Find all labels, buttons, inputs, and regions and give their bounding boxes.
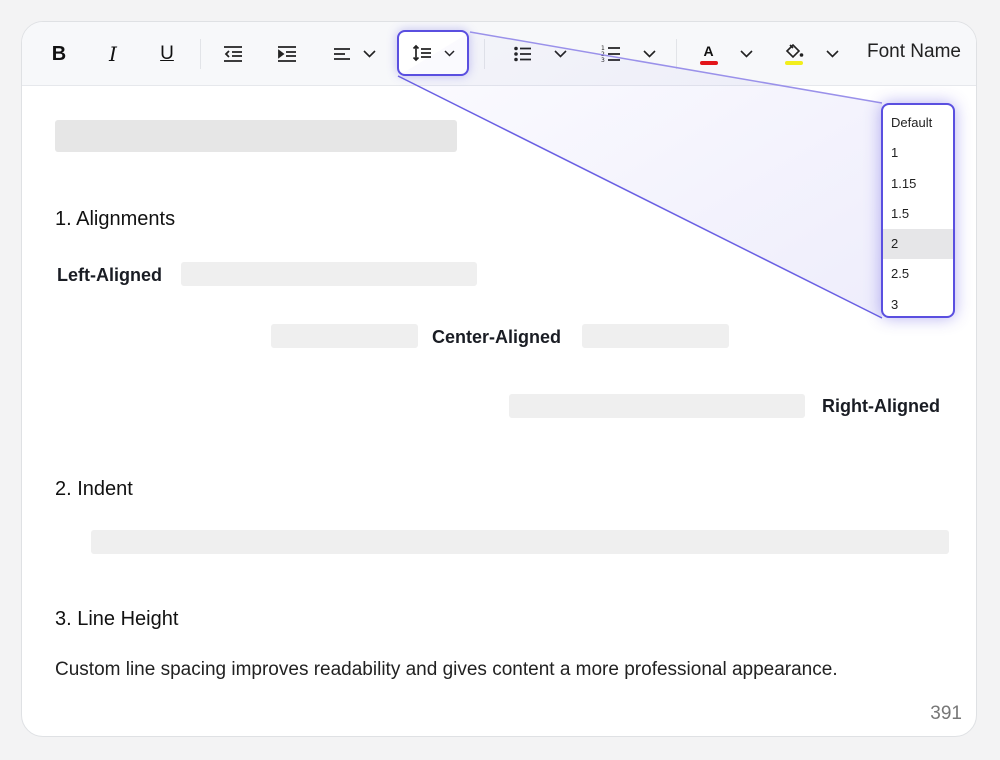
bullet-list-dropdown[interactable] [510, 39, 570, 69]
chevron-down-icon [642, 50, 656, 58]
line-height-option-2[interactable]: 2 [883, 229, 953, 260]
center-aligned-label: Center-Aligned [432, 327, 562, 347]
chevron-down-icon [443, 49, 455, 57]
svg-text:3: 3 [601, 57, 605, 63]
align-dropdown[interactable] [329, 39, 379, 69]
line-height-option-default[interactable]: Default [883, 108, 953, 138]
italic-button[interactable]: I [98, 39, 128, 69]
chevron-down-icon [739, 50, 753, 58]
section-heading-line-height: 3. Line Height [55, 608, 179, 630]
toolbar-divider [484, 39, 485, 69]
line-height-option-1-5[interactable]: 1.5 [883, 199, 953, 229]
text-placeholder [181, 262, 477, 286]
title-placeholder [55, 120, 457, 152]
font-color-icon: A [699, 44, 718, 65]
line-height-icon [412, 44, 431, 62]
bold-button[interactable]: B [44, 39, 74, 69]
align-left-icon [333, 48, 350, 60]
italic-icon: I [109, 42, 117, 66]
line-height-button[interactable] [397, 30, 469, 76]
indent-button[interactable] [274, 39, 300, 69]
line-height-option-1[interactable]: 1 [883, 138, 953, 168]
text-placeholder [582, 324, 729, 348]
chevron-down-icon [362, 50, 376, 58]
line-height-option-1-15[interactable]: 1.15 [883, 169, 953, 199]
font-name-dropdown[interactable]: Font Name [867, 41, 961, 63]
toolbar-divider [676, 39, 677, 69]
rich-text-editor: B I U 1 2 3 A Font Name 1. Alignments Le… [21, 21, 977, 737]
text-placeholder [271, 324, 418, 348]
left-aligned-label: Left-Aligned [57, 265, 162, 285]
bold-icon: B [51, 42, 67, 65]
section-heading-indent: 2. Indent [55, 478, 133, 500]
line-height-option-3[interactable]: 3 [883, 290, 953, 316]
bullet-list-icon [513, 46, 531, 62]
highlight-icon [784, 43, 804, 65]
text-placeholder [509, 394, 805, 418]
character-counter: 391 [930, 703, 962, 724]
numbered-list-icon: 123 [601, 45, 620, 63]
body-paragraph[interactable]: Custom line spacing improves readability… [55, 659, 838, 681]
editor-toolbar: B I U 1 2 3 A Font Name [22, 22, 976, 86]
chevron-down-icon [553, 50, 567, 58]
line-height-option-2-5[interactable]: 2.5 [883, 259, 953, 289]
underline-icon: U [160, 43, 174, 64]
highlight-dropdown[interactable] [782, 39, 840, 69]
indent-icon [278, 46, 296, 62]
section-heading-alignments: 1. Alignments [55, 208, 176, 230]
line-height-menu: Default 1 1.15 1.5 2 2.5 3 [881, 103, 955, 318]
outdent-icon [224, 46, 242, 62]
underline-button[interactable]: U [152, 39, 182, 69]
indented-placeholder [91, 530, 949, 554]
font-color-dropdown[interactable]: A [698, 39, 754, 69]
toolbar-divider [200, 39, 201, 69]
outdent-button[interactable] [220, 39, 246, 69]
chevron-down-icon [825, 50, 839, 58]
numbered-list-dropdown[interactable]: 123 [598, 39, 658, 69]
right-aligned-label: Right-Aligned [822, 396, 940, 416]
